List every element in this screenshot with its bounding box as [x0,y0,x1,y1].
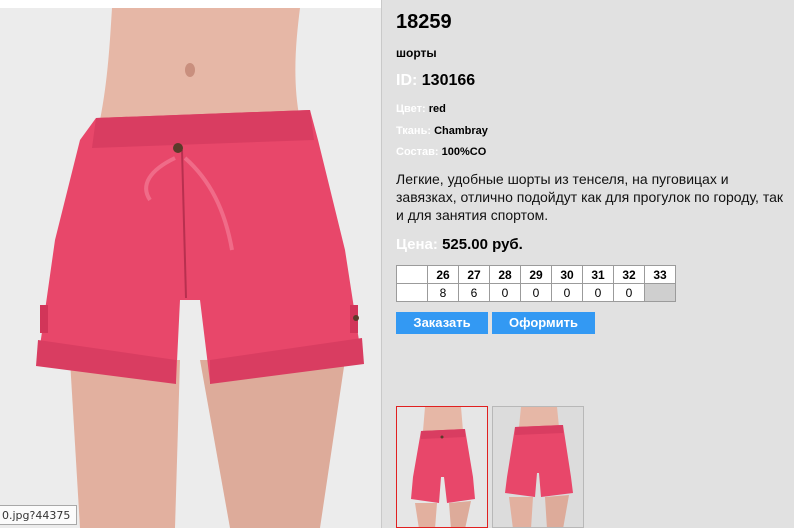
stock-cell: 0 [551,283,583,302]
product-id: ID: 130166 [396,72,475,90]
size-header-blank [396,265,428,284]
size-cell[interactable]: 28 [489,265,521,284]
size-cell[interactable]: 29 [520,265,552,284]
fabric-value: Chambray [434,125,488,137]
stock-cell: 0 [489,283,521,302]
size-cell[interactable]: 31 [582,265,614,284]
color-value: red [428,103,446,115]
stock-cell: 8 [427,283,459,302]
stock-cell: 6 [458,283,490,302]
size-cell[interactable]: 26 [427,265,459,284]
order-button[interactable]: Заказать [396,312,488,334]
thumbnail-front-image [411,407,475,527]
status-tooltip: 0.jpg?44375 [0,505,78,525]
size-cell[interactable]: 30 [551,265,583,284]
color-label: Цвет: [396,103,426,115]
composition-value: 100%CO [441,146,487,158]
composition-label: Состав: [396,146,439,158]
stock-cell: 0 [520,283,552,302]
product-info-panel: 18259 шорты ID: 130166 Цвет: red Ткань: … [396,0,794,528]
size-cell[interactable]: 32 [613,265,645,284]
stock-cell-unavailable [644,283,676,302]
main-product-photo[interactable] [0,0,381,528]
product-article: 18259 [396,11,452,33]
thumbnail-back[interactable] [492,406,584,528]
stock-row: 8 6 0 0 0 0 0 [396,283,676,302]
id-label: ID: [396,72,418,89]
fabric-label: Ткань: [396,125,431,137]
id-value: 130166 [421,72,476,89]
price-label: Цена: [396,236,438,253]
price-value: 525.00 руб. [442,236,523,253]
size-cell[interactable]: 33 [644,265,676,284]
size-stock-table: 26 27 28 29 30 31 32 33 8 6 0 0 0 0 0 [396,265,676,302]
size-header-row: 26 27 28 29 30 31 32 33 [396,265,676,284]
thumbnail-front[interactable] [396,406,488,528]
checkout-button[interactable]: Оформить [492,312,595,334]
shorts-illustration [36,8,364,528]
panel-divider [381,0,382,528]
composition-row: Состав: 100%CO [396,146,486,158]
product-description: Легкие, удобные шорты из тенселя, на пуг… [396,171,784,223]
stock-cell: 0 [613,283,645,302]
product-price: Цена: 525.00 руб. [396,236,523,253]
stock-row-blank [396,283,428,302]
product-type: шорты [396,46,437,60]
thumbnail-back-image [505,407,573,527]
stock-cell: 0 [582,283,614,302]
size-cell[interactable]: 27 [458,265,490,284]
color-row: Цвет: red [396,103,446,115]
fabric-row: Ткань: Chambray [396,125,488,137]
